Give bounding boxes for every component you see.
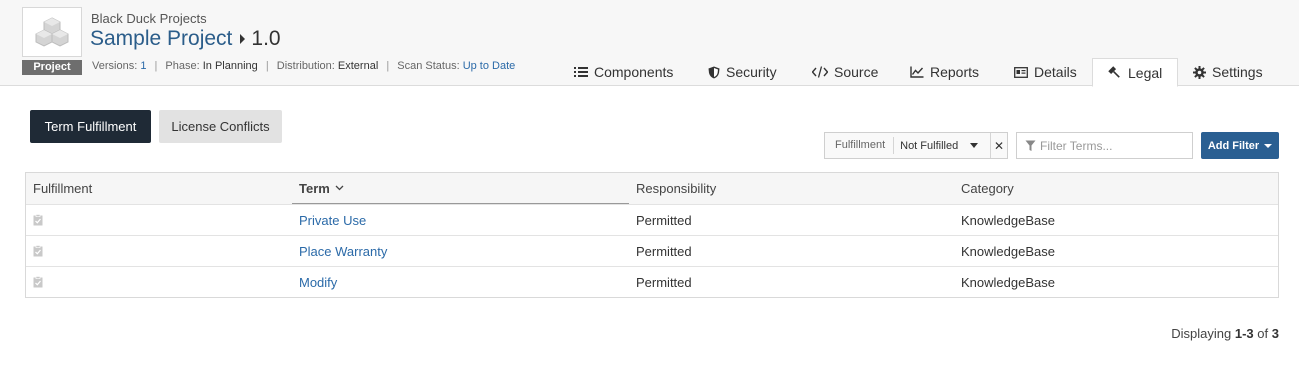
tab-label: Details	[1034, 64, 1077, 80]
project-name[interactable]: Sample Project	[90, 27, 232, 51]
responsibility-cell: Permitted	[636, 212, 692, 228]
tab-label: Reports	[930, 64, 980, 80]
tab-label: Security	[726, 64, 777, 80]
remove-filter-button[interactable]: ✕	[990, 133, 1007, 158]
chevron-down-icon	[970, 143, 979, 148]
list-icon	[574, 67, 588, 77]
tab-security[interactable]: Security	[708, 58, 777, 86]
category-cell: KnowledgeBase	[961, 212, 1055, 228]
pagination-range: 1-3	[1234, 326, 1254, 341]
scan-status-label: Scan Status:	[397, 60, 460, 72]
table-row: Private Use Permitted KnowledgeBase	[26, 204, 1278, 235]
distribution-value: External	[337, 60, 379, 72]
tab-reports[interactable]: Reports	[910, 58, 979, 86]
meta-separator: |	[386, 60, 390, 72]
filter-chip-value[interactable]: Not Fulfilled	[894, 140, 986, 152]
license-conflicts-button[interactable]: License Conflicts	[159, 110, 282, 143]
id-card-icon	[1014, 66, 1028, 78]
versions-label: Versions:	[92, 60, 138, 72]
tab-label: Source	[834, 64, 879, 80]
column-header-term-label: Term	[299, 180, 330, 196]
sort-down-icon	[335, 185, 344, 191]
tab-legal[interactable]: Legal	[1092, 58, 1179, 87]
filter-chip-label: Fulfillment	[825, 137, 895, 154]
project-header: Project Black Duck Projects Sample Proje…	[0, 0, 1299, 87]
caret-down-icon	[1264, 143, 1273, 148]
filter-terms-field[interactable]	[1016, 132, 1193, 159]
meta-separator: |	[265, 60, 269, 72]
fulfillment-cell	[26, 236, 292, 266]
project-version: 1.0	[251, 27, 281, 50]
code-icon	[812, 66, 828, 78]
tab-label: Components	[594, 64, 674, 80]
term-link[interactable]: Modify	[292, 267, 629, 297]
gear-icon	[1193, 65, 1206, 79]
column-header-term[interactable]: Term	[292, 173, 629, 204]
filter-chip-value-text: Not Fulfilled	[900, 139, 959, 152]
clipboard-icon[interactable]	[33, 245, 43, 257]
term-fulfillment-button[interactable]: Term Fulfillment	[30, 110, 151, 143]
term-link[interactable]: Place Warranty	[292, 236, 629, 266]
filter-terms-input[interactable]	[1040, 138, 1190, 153]
table-header-row: Fulfillment Term Responsibility Category	[26, 173, 1278, 204]
tab-label: Settings	[1212, 64, 1263, 80]
breadcrumb-parent[interactable]: Black Duck Projects	[91, 11, 207, 26]
fulfillment-cell	[26, 205, 292, 235]
pagination-of: of	[1257, 326, 1269, 341]
project-logo	[22, 7, 82, 57]
distribution-label: Distribution:	[276, 60, 335, 72]
category-cell: KnowledgeBase	[961, 243, 1055, 259]
clipboard-icon[interactable]	[33, 276, 43, 288]
responsibility-cell: Permitted	[636, 243, 692, 259]
pagination-prefix: Displaying	[1171, 326, 1232, 341]
clipboard-icon[interactable]	[33, 214, 43, 226]
term-link[interactable]: Private Use	[292, 205, 629, 235]
tab-source[interactable]: Source	[812, 58, 878, 86]
column-header-responsibility[interactable]: Responsibility	[629, 173, 954, 204]
caret-right-icon	[240, 34, 246, 44]
line-chart-icon	[910, 66, 924, 78]
meta-separator: |	[154, 60, 158, 72]
table-row: Modify Permitted KnowledgeBase	[26, 266, 1278, 297]
phase-label: Phase:	[165, 60, 200, 72]
tab-details[interactable]: Details	[1014, 58, 1077, 86]
tab-settings[interactable]: Settings	[1193, 58, 1263, 86]
phase-value: In Planning	[202, 60, 258, 72]
fulfillment-cell	[26, 267, 292, 297]
project-badge: Project	[22, 60, 82, 75]
add-filter-label: Add Filter	[1207, 139, 1260, 152]
fulfillment-filter-chip[interactable]: Fulfillment Not Fulfilled ✕	[824, 132, 1008, 159]
scan-status-value[interactable]: Up to Date	[463, 60, 516, 72]
shield-icon	[708, 66, 720, 78]
add-filter-button[interactable]: Add Filter	[1201, 132, 1279, 159]
pagination-total: 3	[1271, 326, 1279, 341]
tab-label: Legal	[1128, 64, 1163, 81]
project-meta: Versions: 1 | Phase: In Planning | Distr…	[92, 60, 515, 72]
filter-icon	[1025, 140, 1036, 151]
legal-terms-table: Fulfillment Term Responsibility Category…	[25, 172, 1279, 298]
responsibility-cell: Permitted	[636, 274, 692, 290]
cubes-icon	[35, 17, 69, 47]
category-cell: KnowledgeBase	[961, 274, 1055, 290]
column-header-fulfillment[interactable]: Fulfillment	[26, 173, 292, 204]
versions-value[interactable]: 1	[140, 60, 146, 72]
table-row: Place Warranty Permitted KnowledgeBase	[26, 235, 1278, 266]
gavel-icon	[1108, 65, 1120, 78]
page-title: Sample Project 1.0	[90, 27, 281, 51]
tab-components[interactable]: Components	[574, 58, 673, 86]
pagination-summary: Displaying 1-3 of 3	[1171, 326, 1279, 341]
column-header-category[interactable]: Category	[954, 173, 1278, 204]
